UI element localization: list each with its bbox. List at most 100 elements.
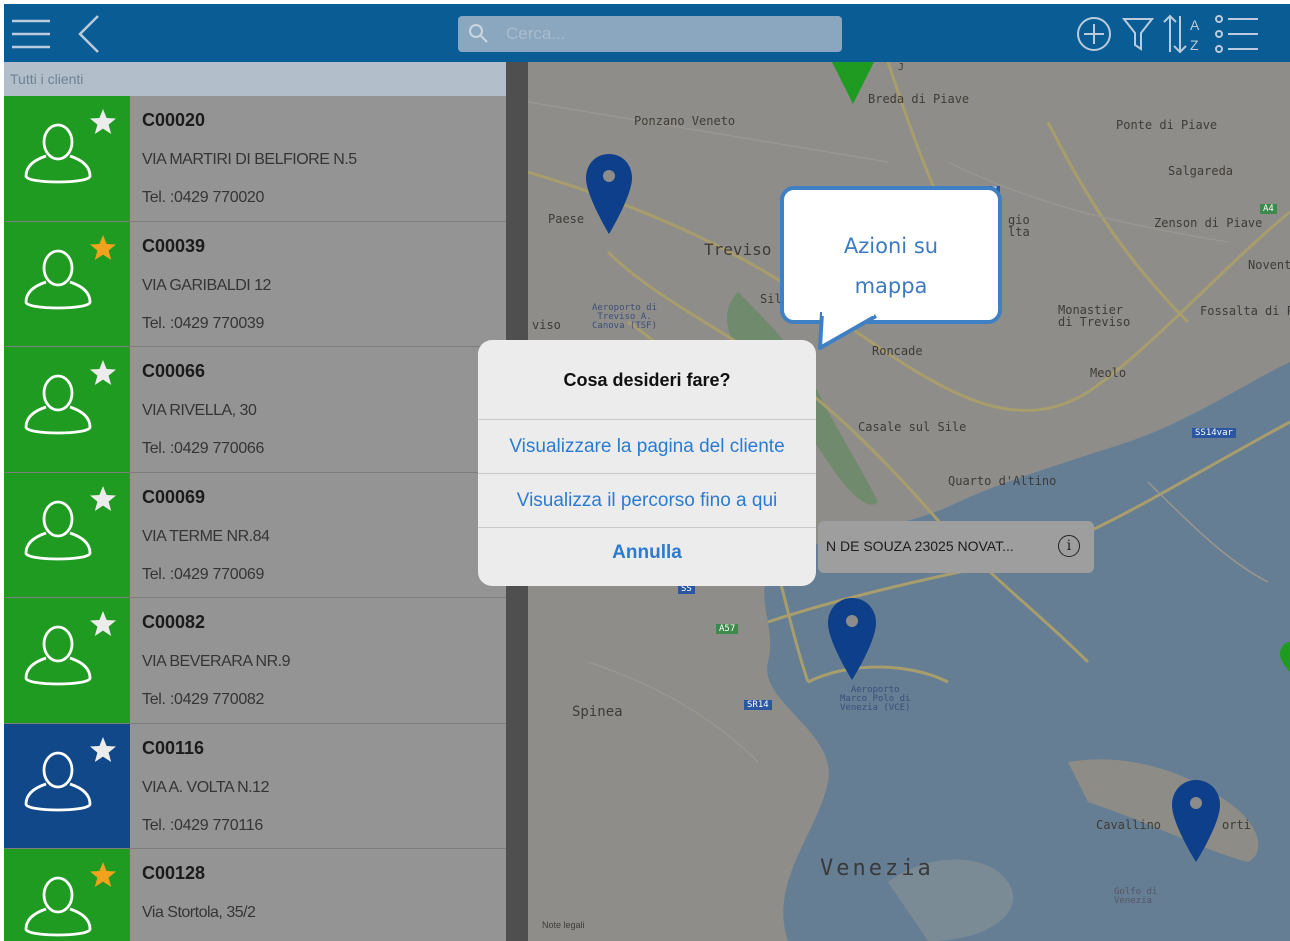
place-label: Novent xyxy=(1248,258,1290,272)
customer-phone: Tel. :0429 770020 xyxy=(142,189,265,206)
customer-row[interactable]: C00069 VIA TERME NR.84 Tel. :0429 770069 xyxy=(4,472,506,598)
favorite-star-icon[interactable] xyxy=(88,861,118,889)
place-label: Paese xyxy=(548,212,585,226)
cancel-button[interactable]: Annulla xyxy=(478,528,816,586)
person-icon xyxy=(24,374,92,435)
favorite-star-icon[interactable] xyxy=(88,610,118,638)
customer-address: VIA MARTIRI DI BELFIORE N.5 xyxy=(142,151,357,168)
customer-code: C00039 xyxy=(142,235,206,256)
search-icon xyxy=(468,23,490,50)
avatar xyxy=(4,221,130,346)
place-label: Casale sul Sile xyxy=(858,420,967,434)
map-pin-icon[interactable] xyxy=(1280,642,1290,672)
road-sign: SR14 xyxy=(744,700,772,710)
customer-address: VIA TERME NR.84 xyxy=(142,527,270,545)
list-view-icon[interactable] xyxy=(1214,14,1260,59)
customer-address: Via Stortola, 35/2 xyxy=(142,904,256,921)
customer-code: C00116 xyxy=(142,737,205,758)
place-label: Quarto d'Altino xyxy=(948,474,1057,488)
person-icon xyxy=(24,123,92,184)
customer-address: VIA BEVERARA NR.9 xyxy=(142,653,291,670)
annotation-line: mappa xyxy=(854,274,928,298)
customer-code: C00082 xyxy=(142,612,206,632)
road-sign: A4 xyxy=(1260,204,1277,214)
place-label: Aeroporto di Treviso A. Canova (TSF) xyxy=(592,303,658,331)
customer-phone: Tel. :0429 770082 xyxy=(142,691,265,708)
info-icon[interactable]: i xyxy=(1058,535,1080,557)
search-bar[interactable] xyxy=(458,16,842,52)
map-pin-icon[interactable] xyxy=(826,596,878,682)
customer-code: C00128 xyxy=(142,863,206,883)
menu-icon[interactable] xyxy=(12,18,50,55)
annotation-line: Azioni su xyxy=(843,234,939,258)
favorite-star-icon[interactable] xyxy=(88,359,118,387)
customer-row[interactable]: C00082 VIA BEVERARA NR.9 Tel. :0429 7700… xyxy=(4,598,506,724)
customer-code: C00066 xyxy=(142,361,206,381)
customer-phone: Tel. :0429 770069 xyxy=(142,565,265,583)
place-label: Breda di Piave xyxy=(868,92,970,106)
sort-icon[interactable]: AZ xyxy=(1162,12,1208,61)
customer-code: C00069 xyxy=(142,486,206,507)
place-label: Fossalta di Pi xyxy=(1200,304,1290,318)
avatar xyxy=(4,347,130,472)
avatar xyxy=(4,723,130,848)
customer-phone: Tel. :0429 770039 xyxy=(142,314,265,332)
person-icon xyxy=(24,751,92,811)
view-customer-page-button[interactable]: Visualizzare la pagina del cliente xyxy=(478,420,816,474)
customer-list-pane: Tutti i clienti C00020 VIA MARTIRI DI BE… xyxy=(4,62,506,941)
place-label: Ponzano Veneto xyxy=(634,114,736,128)
dialog-title: Cosa desideri fare? xyxy=(478,340,816,420)
customer-row[interactable]: C00116 VIA A. VOLTA N.12 Tel. :0429 7701… xyxy=(4,723,506,849)
avatar xyxy=(4,849,130,941)
legal-link[interactable]: Note legali xyxy=(542,920,585,930)
place-label: viso xyxy=(532,318,561,332)
avatar xyxy=(4,472,130,597)
add-icon[interactable] xyxy=(1076,16,1112,57)
customer-code: C00020 xyxy=(142,110,206,130)
customer-phone: Tel. :0429 770066 xyxy=(142,440,265,457)
place-label: Cavallino xyxy=(1096,818,1162,832)
place-label: Meolo xyxy=(1090,366,1127,380)
map-pin-icon[interactable] xyxy=(1170,778,1222,864)
customer-address: VIA A. VOLTA N.12 xyxy=(142,778,269,796)
back-chevron-icon[interactable] xyxy=(76,14,102,59)
place-label: Aeroporto Marco Polo di Venezia (VCE) xyxy=(840,685,911,713)
search-input[interactable] xyxy=(506,20,826,48)
place-label: Ponte di Piave xyxy=(1116,118,1218,132)
map-pin-icon[interactable] xyxy=(584,152,634,236)
action-dialog: Cosa desideri fare? Visualizzare la pagi… xyxy=(478,340,816,586)
customer-row[interactable]: C00020 VIA MARTIRI DI BELFIORE N.5 Tel. … xyxy=(4,96,506,222)
favorite-star-icon[interactable] xyxy=(88,108,118,136)
customer-address: VIA GARIBALDI 12 xyxy=(142,276,271,294)
place-label: orti xyxy=(1222,818,1251,832)
filter-icon[interactable] xyxy=(1121,16,1155,57)
favorite-star-icon[interactable] xyxy=(88,736,118,764)
favorite-star-icon[interactable] xyxy=(88,234,118,262)
list-header: Tutti i clienti xyxy=(4,62,506,96)
customer-row[interactable]: C00039 VIA GARIBALDI 12 Tel. :0429 77003… xyxy=(4,221,506,347)
annotation-bubble: Azioni su mappa xyxy=(780,186,1002,324)
annotation-text: Azioni su mappa xyxy=(784,226,998,306)
pin-callout[interactable]: N DE SOUZA 23025 NOVAT... i xyxy=(818,521,1094,573)
person-icon xyxy=(24,249,92,309)
road-sign: A57 xyxy=(716,624,739,634)
person-icon xyxy=(24,625,92,686)
avatar xyxy=(4,96,130,221)
person-icon xyxy=(24,876,92,937)
person-icon xyxy=(24,500,92,560)
place-label: J xyxy=(898,62,905,73)
customer-address: VIA RIVELLA, 30 xyxy=(142,402,257,419)
customer-row[interactable]: C00066 VIA RIVELLA, 30 Tel. :0429 770066 xyxy=(4,347,506,473)
customer-row[interactable]: C00128 Via Stortola, 35/2 xyxy=(4,849,506,941)
place-label: Salgareda xyxy=(1168,164,1234,178)
place-label: Sil xyxy=(760,292,782,306)
favorite-star-icon[interactable] xyxy=(88,485,118,513)
show-route-button[interactable]: Visualizza il percorso fino a qui xyxy=(478,474,816,528)
customer-list: C00020 VIA MARTIRI DI BELFIORE N.5 Tel. … xyxy=(4,96,506,941)
svg-text:A: A xyxy=(1190,17,1200,33)
place-label: Spinea xyxy=(572,704,623,720)
place-label: Zenson di Piave xyxy=(1154,216,1263,230)
place-label: Golfo di Venezia xyxy=(1114,887,1158,906)
map-pin-icon[interactable] xyxy=(830,62,876,106)
svg-text:Z: Z xyxy=(1190,37,1199,53)
